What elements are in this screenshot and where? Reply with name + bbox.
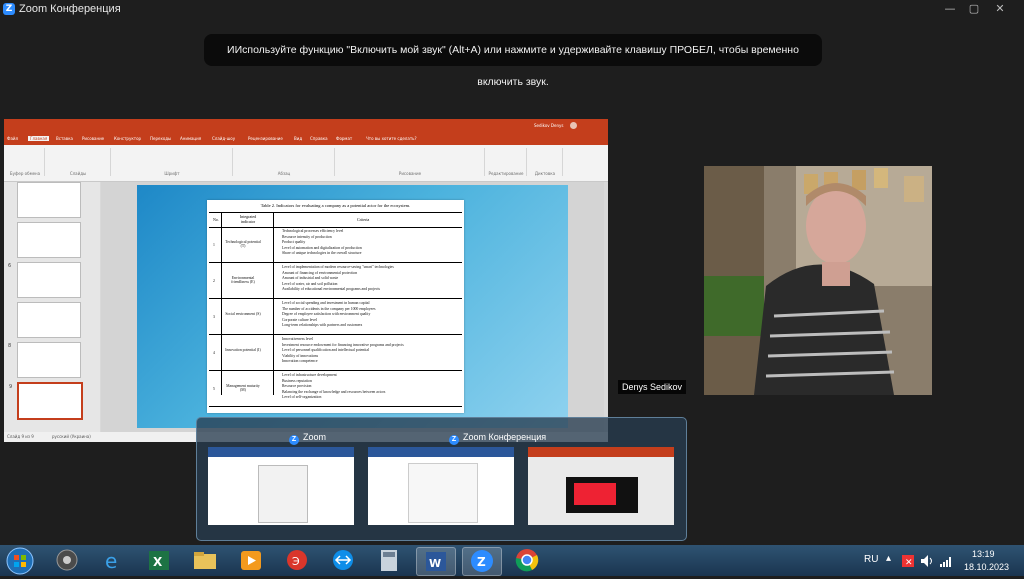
slide-thumbnail[interactable]: 8: [8, 342, 81, 378]
ribbon-group[interactable]: Шрифт: [112, 148, 233, 176]
language-status: русский (Украина): [52, 434, 91, 439]
ppt-tab[interactable]: Анимация: [180, 136, 201, 141]
zoom-icon: Z: [449, 435, 459, 445]
volume-icon[interactable]: [920, 554, 934, 568]
slide-thumbnail-pane: 6 8 9: [4, 182, 100, 432]
ppt-tab[interactable]: Формат: [336, 136, 352, 141]
table-row: 5 Management maturity (M) Level of infra…: [209, 371, 462, 407]
zoom-taskbar-icon[interactable]: Z: [462, 547, 502, 576]
ribbon-group[interactable]: Редактирование: [486, 148, 527, 176]
unmute-hint-banner: ИИспользуйте функцию "Включить мой звук"…: [204, 34, 822, 88]
network-icon[interactable]: [940, 554, 954, 568]
slide-thumbnail[interactable]: [17, 222, 81, 258]
participant-video[interactable]: [704, 166, 932, 395]
ribbon-group[interactable]: Слайды: [46, 148, 111, 176]
ppt-tab[interactable]: Рецензирование: [248, 136, 283, 141]
ppt-tab[interactable]: Переходы: [150, 136, 171, 141]
ppt-tab[interactable]: Вид: [294, 136, 302, 141]
svg-text:✕: ✕: [905, 558, 913, 567]
ribbon-group[interactable]: Абзац: [234, 148, 335, 176]
ribbon-group[interactable]: Диктовка: [528, 148, 563, 176]
internet-explorer-icon[interactable]: e: [94, 547, 132, 574]
svg-text:Э: Э: [292, 555, 300, 568]
excel-icon[interactable]: X: [140, 547, 178, 574]
word-icon[interactable]: W: [416, 547, 456, 576]
svg-text:e: e: [105, 549, 117, 573]
ppt-tab[interactable]: Справка: [310, 136, 328, 141]
window-preview-thumbnail[interactable]: [208, 447, 354, 525]
clock-time[interactable]: 13:19: [972, 549, 995, 559]
table-title: Table 2. Indicators for evaluating a com…: [260, 203, 411, 208]
window-title: Zoom Конференция: [19, 3, 121, 15]
ppt-user-name: Sedikov Denys: [534, 123, 564, 128]
antivirus-icon[interactable]: Э: [278, 547, 316, 574]
ppt-tab[interactable]: Вставка: [56, 136, 73, 141]
header-indicator: Integrated indicator: [239, 214, 257, 224]
slide-thumbnail[interactable]: 6: [8, 262, 81, 298]
close-button[interactable]: ✕: [990, 1, 1010, 16]
preview-group-label: Z Zoom: [289, 432, 326, 445]
ppt-tab-active[interactable]: Главная: [28, 136, 50, 141]
slide-editing-area: Table 2. Indicators for evaluating a com…: [101, 182, 604, 432]
window-preview-thumbnail[interactable]: [528, 447, 674, 525]
teamviewer-icon[interactable]: [324, 547, 362, 574]
ppt-search-hint[interactable]: Что вы хотите сделать?: [366, 136, 417, 141]
unmute-hint-text: ИИспользуйте функцию "Включить мой звук"…: [227, 44, 799, 88]
window-preview-thumbnail[interactable]: [368, 447, 514, 525]
indicators-table: Table 2. Indicators for evaluating a com…: [207, 200, 464, 413]
ppt-tab[interactable]: Файл: [7, 136, 18, 141]
taskbar-window-preview: Z Zoom Z Zoom Конференция: [196, 417, 687, 541]
ppt-tab[interactable]: Конструктор: [114, 136, 141, 141]
table-row: 2 Environmental friendliness (E) Level o…: [209, 263, 462, 299]
table-row: 4 Innovation potential (I) Innovativenes…: [209, 335, 462, 371]
svg-text:W: W: [429, 557, 441, 570]
slide-thumbnail[interactable]: [17, 182, 81, 218]
slide-counter: Слайд 9 из 9: [7, 434, 34, 439]
header-no: No.: [213, 217, 219, 222]
table-row: 3 Social environment (S) Level of social…: [209, 299, 462, 335]
ppt-title-bar: Sedikov Denys: [4, 119, 608, 133]
ribbon-group[interactable]: Рисование: [336, 148, 485, 176]
tray-expand-icon[interactable]: ▴: [886, 553, 891, 564]
ppt-ribbon: Буфер обмена Слайды Шрифт Абзац Рисовани…: [4, 145, 608, 182]
chrome-icon[interactable]: [508, 547, 546, 574]
participant-name-label: Denys Sedikov: [618, 380, 687, 394]
video-player-icon[interactable]: [232, 547, 270, 574]
ppt-tab[interactable]: Рисование: [82, 136, 104, 141]
shared-screen[interactable]: Sedikov Denys Файл Главная Вставка Рисов…: [4, 119, 608, 442]
start-button-icon[interactable]: [6, 547, 34, 575]
participant-video-frame: [704, 166, 932, 395]
ppt-ribbon-tabs: Файл Главная Вставка Рисование Конструкт…: [4, 133, 608, 145]
preview-group-label: Z Zoom Конференция: [449, 432, 546, 445]
ribbon-group[interactable]: Буфер обмена: [6, 148, 45, 176]
window-title-bar: Z Zoom Конференция — ▢ ✕: [0, 0, 1024, 18]
header-criteria: Criteria: [357, 217, 370, 222]
notification-flag-icon[interactable]: ✕: [902, 555, 914, 567]
table-row: 1 Technological potential (T) Technologi…: [209, 227, 462, 263]
ppt-tab[interactable]: Слайд-шоу: [212, 136, 235, 141]
clock-date[interactable]: 18.10.2023: [964, 562, 1009, 572]
media-app-icon[interactable]: [48, 547, 86, 574]
table-header: No. Integrated indicator Criteria: [209, 212, 462, 228]
current-slide[interactable]: Table 2. Indicators for evaluating a com…: [137, 185, 568, 428]
calculator-icon[interactable]: [370, 547, 408, 574]
maximize-button[interactable]: ▢: [964, 1, 984, 16]
user-avatar: [570, 122, 577, 129]
language-indicator[interactable]: RU: [864, 554, 878, 565]
zoom-logo-icon: Z: [3, 3, 15, 15]
file-explorer-icon[interactable]: [186, 547, 224, 574]
minimize-button[interactable]: —: [940, 1, 960, 16]
svg-text:Z: Z: [477, 555, 486, 569]
windows-taskbar: e X Э W Z RU ▴ ✕ 13:19 18.10.2023: [0, 545, 1024, 576]
slide-thumbnail[interactable]: [17, 302, 81, 338]
slide-thumbnail-selected[interactable]: 9: [9, 382, 83, 420]
participant-name: Denys Sedikov: [622, 382, 683, 392]
svg-text:X: X: [153, 555, 163, 569]
zoom-icon: Z: [289, 435, 299, 445]
